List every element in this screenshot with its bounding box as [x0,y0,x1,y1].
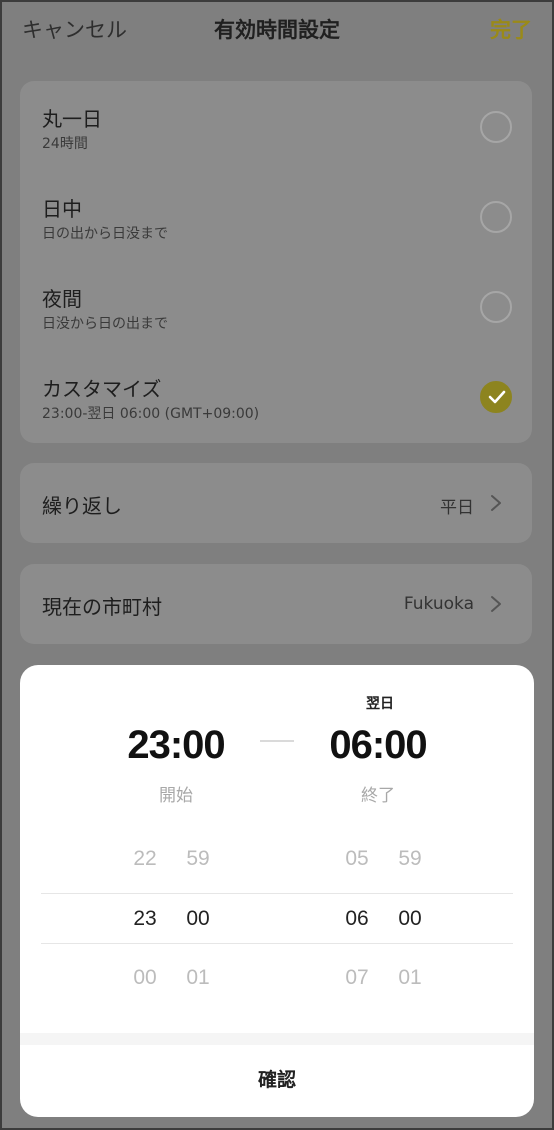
start-minute-selected[interactable]: 00 [173,907,223,931]
start-minute-next[interactable]: 01 [173,966,223,990]
end-minute-selected[interactable]: 00 [385,907,435,931]
repeat-label: 繰り返し [42,494,122,518]
end-hour-prev[interactable]: 05 [332,847,382,871]
option-all-day[interactable]: 丸一日 24時間 [20,81,532,171]
time-picker-sheet: 翌日 23:00 06:00 開始 終了 22 23 00 59 00 01 0… [20,665,534,1117]
option-subtitle: 24時間 [42,136,88,152]
location-value: Fukuoka [403,594,474,614]
done-button[interactable]: 完了 [490,14,532,44]
repeat-row[interactable]: 繰り返し 平日 [20,463,532,543]
selection-line-top [41,893,513,894]
option-title: カスタマイズ [42,377,162,401]
end-label: 終了 [361,786,395,806]
end-hour-selected[interactable]: 06 [332,907,382,931]
start-minute-prev[interactable]: 59 [173,847,223,871]
option-subtitle: 日の出から日没まで [42,226,168,242]
start-hour-prev[interactable]: 22 [120,847,170,871]
option-subtitle: 日没から日の出まで [42,316,168,332]
nav-header: キャンセル 有効時間設定 完了 [0,0,554,56]
sheet-divider [20,1033,534,1045]
start-hour-next[interactable]: 00 [120,966,170,990]
location-label: 現在の市町村 [42,595,162,619]
radio-button[interactable] [480,111,512,143]
location-row[interactable]: 現在の市町村 Fukuoka [20,564,532,644]
option-subtitle: 23:00-翌日 06:00 (GMT+09:00) [42,406,260,422]
end-hour-next[interactable]: 07 [332,966,382,990]
repeat-value: 平日 [440,498,474,518]
radio-button[interactable] [480,201,512,233]
end-minute-next[interactable]: 01 [385,966,435,990]
checkmark-icon [488,390,506,404]
start-time-display: 23:00 [127,723,225,767]
selection-line-bottom [41,943,513,944]
confirm-button[interactable]: 確認 [20,1065,534,1092]
option-title: 日中 [42,197,82,221]
chevron-right-icon [491,596,501,612]
range-dash [260,740,294,742]
end-time-display: 06:00 [329,723,427,767]
next-day-label: 翌日 [366,696,394,712]
option-night[interactable]: 夜間 日没から日の出まで [20,261,532,351]
start-label: 開始 [159,786,193,806]
option-custom[interactable]: カスタマイズ 23:00-翌日 06:00 (GMT+09:00) [20,351,532,441]
time-options-card: 丸一日 24時間 日中 日の出から日没まで 夜間 日没から日の出まで カスタマイ… [20,81,532,443]
option-daytime[interactable]: 日中 日の出から日没まで [20,171,532,261]
option-title: 夜間 [42,287,82,311]
radio-button-checked[interactable] [480,381,512,413]
end-minute-prev[interactable]: 59 [385,847,435,871]
start-hour-selected[interactable]: 23 [120,907,170,931]
option-title: 丸一日 [42,107,102,131]
radio-button[interactable] [480,291,512,323]
page-title: 有効時間設定 [214,18,340,42]
chevron-right-icon [491,495,501,511]
